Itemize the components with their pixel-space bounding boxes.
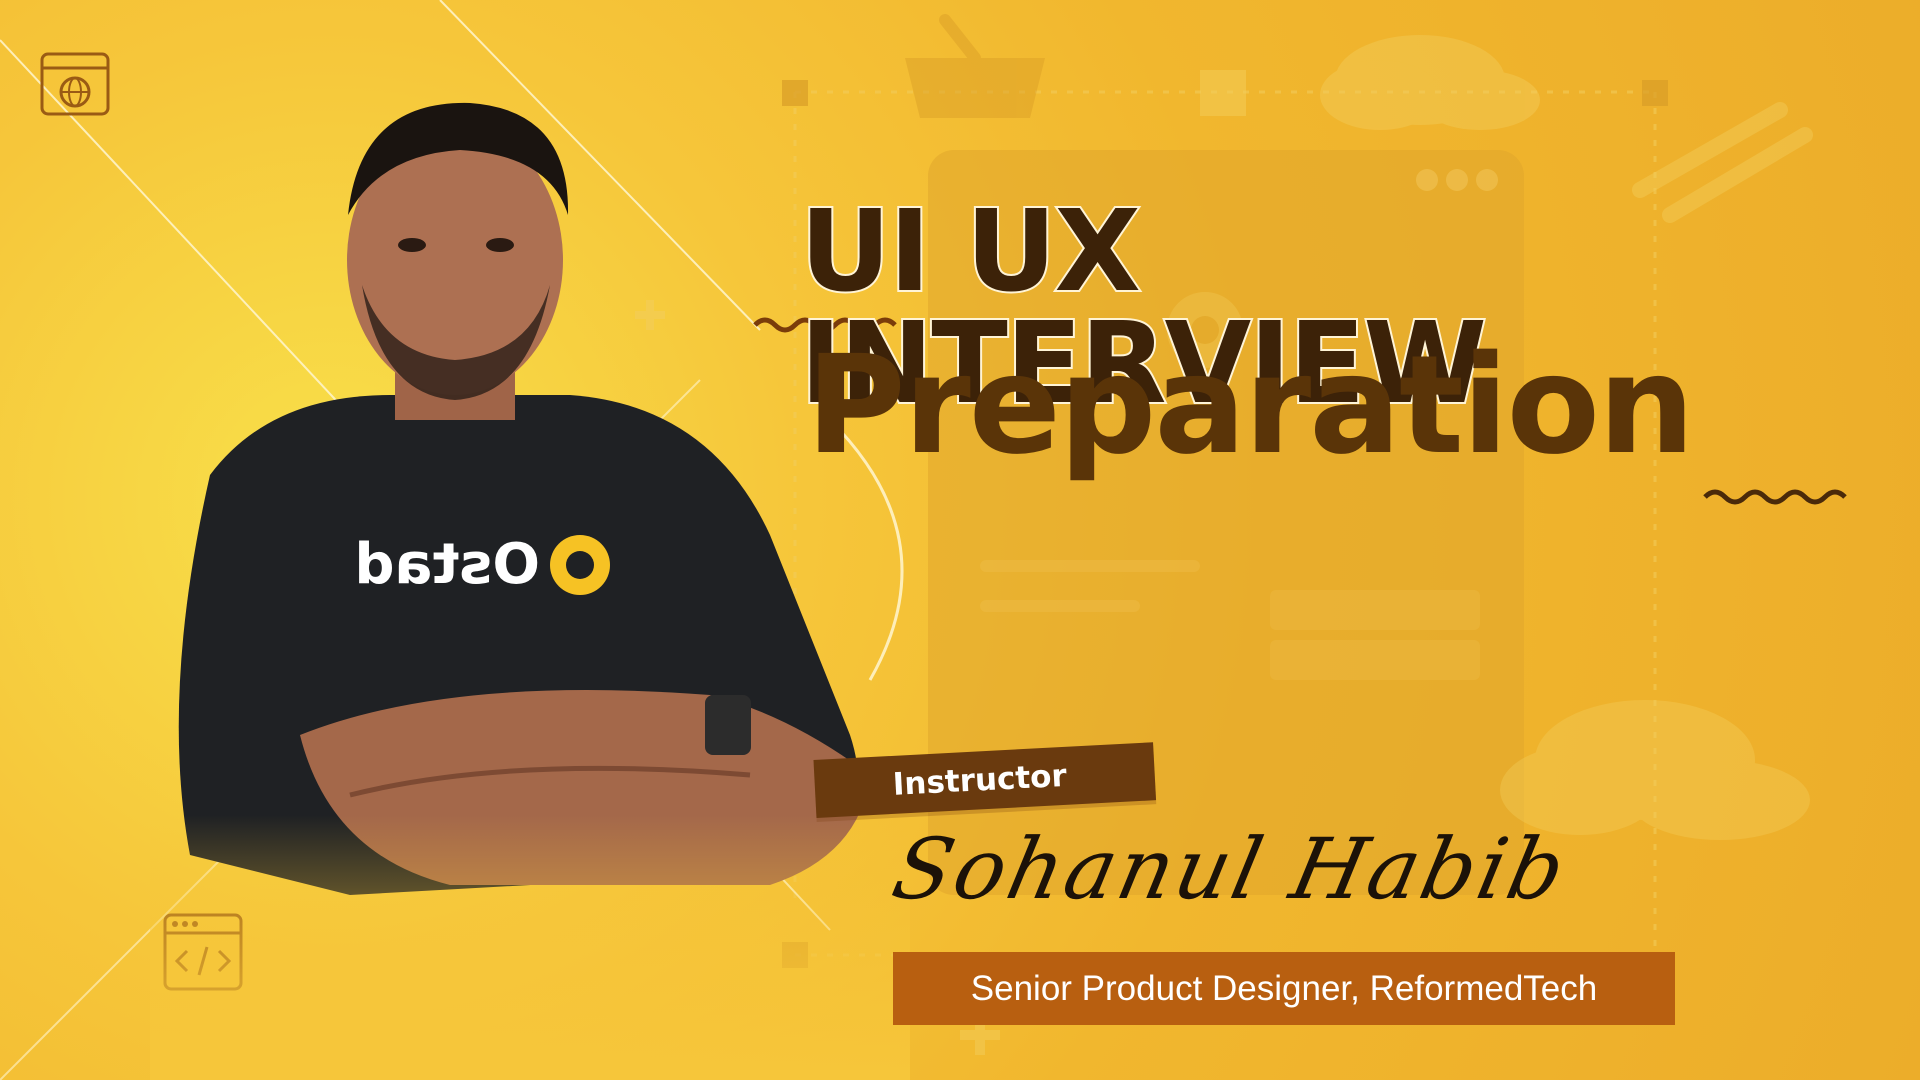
- basket-icon: [905, 14, 1045, 118]
- instructor-role: Senior Product Designer, ReformedTech: [970, 968, 1598, 1008]
- shirt-logo: [550, 535, 610, 595]
- instructor-photo: Ostad: [150, 102, 910, 1080]
- thumbnail-canvas: Ostad UI UX INTERVIEW Preparation Instru…: [0, 0, 1920, 1080]
- title-line-2: Preparation: [806, 327, 1695, 485]
- instructor-name: Sohanul Habib: [884, 820, 1577, 918]
- instructor-tag-label: Instructor: [891, 757, 1068, 803]
- instructor-role-bar: Senior Product Designer, ReformedTech: [893, 952, 1675, 1025]
- browser-globe-icon: [40, 52, 110, 116]
- cloud-icon: [1320, 35, 1540, 130]
- shirt-logo-text: Ostad: [354, 532, 540, 597]
